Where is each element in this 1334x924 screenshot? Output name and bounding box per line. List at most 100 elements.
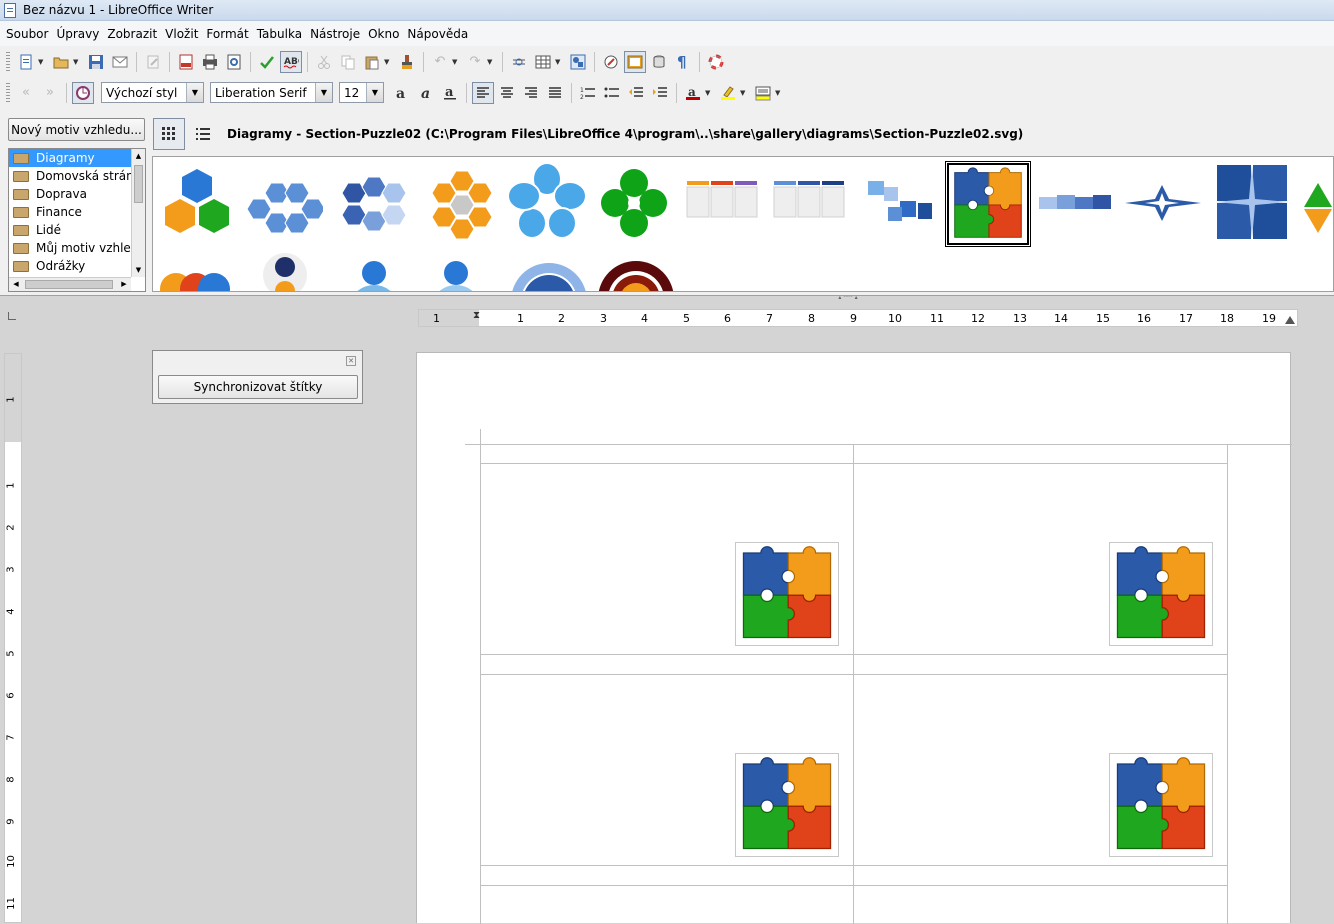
gallery-thumb-hexagons-blue[interactable]	[241, 163, 326, 245]
gallery-theme-list[interactable]: Diagramy Domovská stránka Doprava Financ…	[8, 148, 146, 292]
ruler-hourglass-indent-icon[interactable]: ⧗	[473, 310, 480, 321]
menu-format[interactable]: Formát	[206, 27, 248, 41]
horizontal-ruler[interactable]: ⧗ 1 1 2 3 4 5 6 7 8 9 10 11 12 13 14 15 …	[418, 309, 1298, 327]
paragraph-style-combo[interactable]: Výchozí styl ▼	[101, 82, 204, 103]
chevron-down-icon[interactable]: ▼	[315, 83, 332, 102]
gallery-thumb-puzzle-scattered[interactable]	[858, 163, 940, 245]
menu-help[interactable]: Nápověda	[407, 27, 468, 41]
styles-formatting-icon[interactable]	[72, 81, 94, 104]
gallery-thumb-rings-dark[interactable]	[595, 249, 677, 291]
menu-insert[interactable]: Vložit	[165, 27, 198, 41]
bold-icon[interactable]: a	[391, 82, 413, 104]
new-dropdown-arrow[interactable]: ▼	[38, 58, 46, 66]
gallery-thumb-star-blue[interactable]	[1121, 163, 1203, 245]
theme-item-diagramy[interactable]: Diagramy	[9, 149, 145, 167]
new-document-icon[interactable]	[15, 51, 37, 73]
cut-icon[interactable]	[313, 51, 335, 73]
menu-table[interactable]: Tabulka	[257, 27, 302, 41]
table-dropdown-arrow[interactable]: ▼	[555, 58, 563, 66]
gallery-thumb-puzzle-row[interactable]	[1033, 163, 1115, 245]
background-color-icon[interactable]	[752, 82, 774, 104]
gallery-thumb-hexagons-dark[interactable]	[326, 163, 408, 245]
save-icon[interactable]	[85, 51, 107, 73]
help-lifebuoy-icon[interactable]	[705, 51, 727, 73]
theme-item-finance[interactable]: Finance	[9, 203, 145, 221]
gallery-thumb-section-puzzle02[interactable]	[945, 161, 1031, 247]
chevron-down-icon[interactable]: ▼	[366, 83, 383, 102]
scroll-left-icon[interactable]: ◀	[9, 278, 23, 291]
undo-dropdown-arrow[interactable]: ▼	[452, 58, 460, 66]
theme-item-doprava[interactable]: Doprava	[9, 185, 145, 203]
export-pdf-icon[interactable]	[175, 51, 197, 73]
ruler-corner-tab-icon[interactable]	[8, 312, 16, 320]
vertical-ruler[interactable]: 1 1 2 3 4 5 6 7 8 9 10 11	[4, 353, 22, 923]
gallery-thumb-rings-blue[interactable]	[508, 249, 590, 291]
gallery-thumb-columns-blue[interactable]	[770, 167, 852, 249]
edit-mode-icon[interactable]	[142, 51, 164, 73]
gallery-thumb-quad-blue[interactable]	[1211, 161, 1293, 243]
new-theme-button[interactable]: Nový motiv vzhledu...	[8, 118, 145, 141]
highlighting-dropdown-arrow[interactable]: ▼	[740, 89, 748, 97]
gallery-thumb-clover-green[interactable]	[593, 163, 675, 245]
redo-icon[interactable]: ↷	[464, 51, 486, 73]
gallery-thumb-triangles[interactable]	[1298, 163, 1333, 245]
bullets-icon[interactable]	[601, 82, 623, 104]
label-puzzle-image[interactable]	[735, 753, 839, 857]
gallery-thumb-person-light[interactable]	[415, 249, 497, 291]
toolbar-grip[interactable]	[6, 82, 10, 103]
align-center-icon[interactable]	[496, 82, 518, 104]
font-name-combo[interactable]: Liberation Serif ▼	[210, 82, 333, 103]
paste-icon[interactable]	[361, 51, 383, 73]
menu-view[interactable]: Zobrazit	[107, 27, 157, 41]
gallery-icon[interactable]	[624, 50, 646, 73]
close-icon[interactable]: ✕	[346, 356, 356, 366]
decrease-indent-icon[interactable]	[625, 82, 647, 104]
show-draw-functions-icon[interactable]	[567, 51, 589, 73]
menu-window[interactable]: Okno	[368, 27, 399, 41]
clone-formatting-icon[interactable]	[396, 51, 418, 73]
theme-list-horizontal-scrollbar[interactable]: ◀ ▶	[9, 277, 131, 291]
email-icon[interactable]	[109, 51, 131, 73]
gallery-splitter-handle[interactable]: ▴ ····· ▴	[828, 295, 868, 301]
font-color-icon[interactable]: a	[682, 82, 704, 104]
label-puzzle-image[interactable]	[735, 542, 839, 646]
gallery-thumb-hexagons-orange[interactable]	[421, 163, 503, 245]
numbering-icon[interactable]: 12	[577, 82, 599, 104]
scrollbar-thumb[interactable]	[25, 280, 113, 289]
print-icon[interactable]	[199, 51, 221, 73]
gallery-thumb-flower-blue[interactable]	[506, 161, 588, 243]
align-left-icon[interactable]	[472, 81, 494, 104]
navigate-back-icon[interactable]: «	[15, 82, 37, 104]
document-page[interactable]	[416, 352, 1292, 924]
theme-list-vertical-scrollbar[interactable]: ▲ ▼	[131, 149, 145, 277]
paste-dropdown-arrow[interactable]: ▼	[384, 58, 392, 66]
redo-dropdown-arrow[interactable]: ▼	[487, 58, 495, 66]
highlighting-icon[interactable]	[717, 82, 739, 104]
theme-item-muj-motiv[interactable]: Můj motiv vzhledu	[9, 239, 145, 257]
scroll-up-icon[interactable]: ▲	[132, 149, 145, 163]
scroll-down-icon[interactable]: ▼	[132, 263, 145, 277]
navigator-icon[interactable]	[600, 51, 622, 73]
label-puzzle-image[interactable]	[1109, 753, 1213, 857]
toolbar-grip[interactable]	[6, 51, 10, 72]
undo-icon[interactable]: ↶	[429, 51, 451, 73]
synchronize-labels-button[interactable]: Synchronizovat štítky	[158, 375, 358, 399]
scrollbar-thumb[interactable]	[134, 165, 143, 203]
detailed-view-button[interactable]	[187, 118, 219, 150]
navigate-forward-icon[interactable]: »	[39, 82, 61, 104]
copy-icon[interactable]	[337, 51, 359, 73]
formatting-marks-icon[interactable]: ¶	[672, 51, 694, 73]
font-color-dropdown-arrow[interactable]: ▼	[705, 89, 713, 97]
menu-edit[interactable]: Úpravy	[56, 27, 99, 41]
menu-file[interactable]: Soubor	[6, 27, 48, 41]
gallery-thumb-hexagons-3[interactable]	[156, 163, 238, 245]
justify-icon[interactable]	[544, 82, 566, 104]
auto-spellcheck-icon[interactable]: ABC	[280, 50, 302, 73]
label-puzzle-image[interactable]	[1109, 542, 1213, 646]
underline-icon[interactable]: a	[439, 82, 461, 104]
background-color-dropdown-arrow[interactable]: ▼	[775, 89, 783, 97]
italic-icon[interactable]: a	[415, 82, 437, 104]
open-folder-icon[interactable]	[50, 51, 72, 73]
scroll-right-icon[interactable]: ▶	[117, 278, 131, 291]
spellcheck-icon[interactable]	[256, 51, 278, 73]
